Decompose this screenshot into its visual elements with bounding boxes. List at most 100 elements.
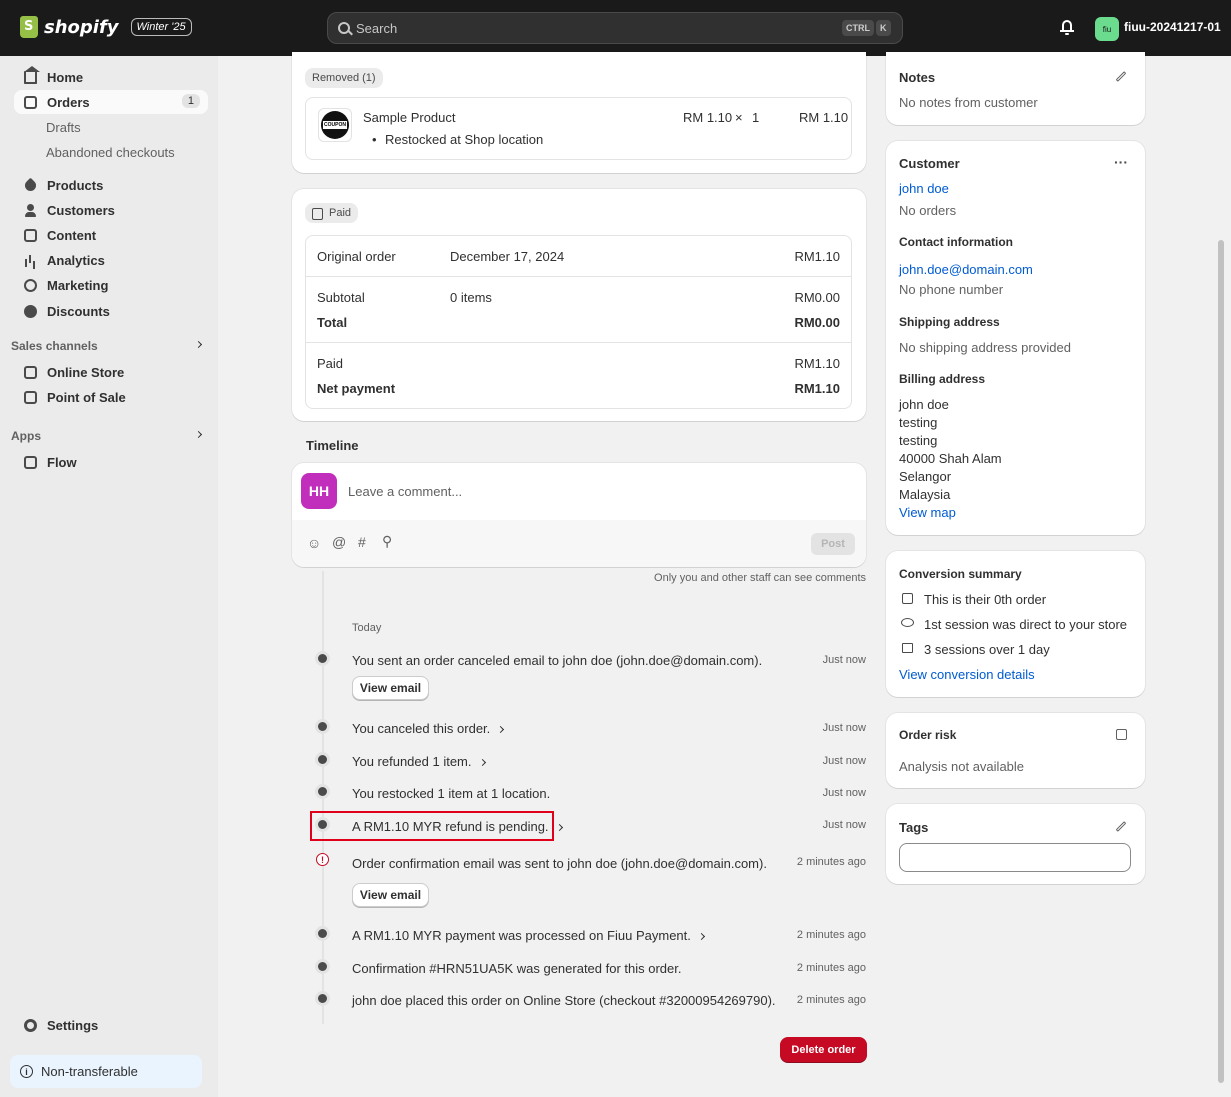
timeline-event[interactable]: A RM1.10 MYR payment was processed on Fi… — [352, 928, 705, 943]
emoji-icon[interactable]: ☺ — [307, 535, 321, 551]
page-scrollbar[interactable] — [1218, 240, 1224, 1083]
sidebar-item-home[interactable]: Home — [14, 65, 208, 89]
sidebar-item-discounts[interactable]: Discounts — [14, 299, 208, 323]
removed-items-card: Removed (1) COUPON Sample Product RM 1.1… — [292, 52, 866, 173]
sidebar-item-analytics[interactable]: Analytics — [14, 248, 208, 272]
timeline-dot — [318, 787, 327, 796]
subtotal-items: 0 items — [450, 290, 492, 305]
timeline-heading: Timeline — [306, 438, 359, 453]
delete-order-button[interactable]: Delete order — [780, 1037, 867, 1062]
person-icon — [24, 203, 37, 217]
conversion-summary-card: Conversion summary This is their 0th ord… — [886, 551, 1145, 697]
non-transferable-banner[interactable]: i Non-transferable — [10, 1055, 202, 1088]
line-total: RM 1.10 — [799, 110, 849, 125]
notes-title: Notes — [899, 70, 936, 85]
conversion-line: This is their 0th order — [924, 592, 1047, 607]
timeline-event[interactable]: You refunded 1 item. — [352, 754, 486, 769]
tags-input[interactable] — [899, 843, 1131, 872]
hashtag-icon[interactable]: # — [358, 534, 366, 550]
view-map-link[interactable]: View map — [899, 505, 956, 520]
discount-icon — [24, 304, 37, 318]
apps-header[interactable]: Apps — [11, 429, 207, 443]
store-name[interactable]: fiuu-20241217-01 — [1124, 20, 1221, 34]
sessions-icon — [902, 643, 913, 653]
sidebar-item-flow[interactable]: Flow — [14, 450, 208, 474]
link-icon[interactable]: ⚲ — [382, 533, 392, 550]
more-options-icon[interactable]: ··· — [1114, 154, 1128, 170]
sales-channels-header[interactable]: Sales channels — [11, 339, 207, 353]
timeline-dot — [318, 654, 327, 663]
shortcut-ctrl: CTRL — [842, 20, 874, 36]
timeline-event[interactable]: You canceled this order. — [352, 721, 505, 736]
subtotal-label: Subtotal — [317, 290, 365, 305]
store-avatar[interactable]: fiu — [1095, 17, 1119, 41]
timeline-event-refund-pending[interactable]: A RM1.10 MYR refund is pending. — [352, 819, 563, 834]
timeline-line — [322, 571, 324, 1024]
section-label: Apps — [11, 429, 41, 443]
sidebar-item-point-of-sale[interactable]: Point of Sale — [14, 385, 208, 409]
comment-input[interactable]: Leave a comment... — [348, 484, 462, 499]
shipping-title: Shipping address — [899, 315, 1000, 329]
bullet: • — [372, 132, 377, 147]
view-email-button[interactable]: View email — [352, 676, 429, 700]
timeline-event-time: 2 minutes ago — [796, 994, 866, 1006]
sidebar-item-online-store[interactable]: Online Store — [14, 360, 208, 384]
sidebar-item-customers[interactable]: Customers — [14, 198, 208, 222]
product-name[interactable]: Sample Product — [363, 110, 456, 125]
risk-text: Analysis not available — [899, 759, 1025, 774]
sidebar-item-abandoned-checkouts[interactable]: Abandoned checkouts — [46, 145, 175, 160]
payment-card: Paid Original order December 17, 2024 RM… — [292, 189, 866, 421]
report-icon[interactable] — [1116, 729, 1127, 740]
billing-line: testing — [899, 433, 938, 448]
orders-count-badge: 1 — [181, 94, 200, 108]
sidebar-item-label: Analytics — [47, 252, 105, 268]
tag-icon — [22, 177, 39, 193]
timeline-event-text: You restocked 1 item at 1 location. — [352, 786, 551, 801]
billing-line: john doe — [899, 397, 949, 412]
restock-note: Restocked at Shop location — [385, 132, 544, 147]
timeline-event-time: Just now — [822, 755, 866, 767]
view-email-button[interactable]: View email — [352, 883, 429, 907]
sidebar-item-settings[interactable]: Settings — [14, 1013, 208, 1037]
payment-summary: Original order December 17, 2024 RM1.10 … — [305, 235, 852, 409]
pencil-icon[interactable] — [1115, 821, 1127, 832]
comment-toolbar: ☺ @ # ⚲ Post — [292, 520, 866, 567]
conversion-line: 3 sessions over 1 day — [924, 642, 1050, 657]
pencil-icon[interactable] — [1115, 71, 1127, 82]
shortcut-k: K — [876, 20, 891, 36]
sidebar-item-label: Customers — [47, 202, 115, 218]
billing-title: Billing address — [899, 372, 986, 386]
content-icon — [24, 228, 37, 242]
bell-icon[interactable] — [1060, 20, 1074, 35]
product-thumbnail[interactable]: COUPON — [318, 108, 352, 142]
notes-card: Notes No notes from customer — [886, 52, 1145, 125]
sidebar-item-label: Content — [47, 227, 97, 243]
sidebar-item-content[interactable]: Content — [14, 223, 208, 247]
unit-price: RM 1.10 — [683, 110, 733, 125]
sidebar-item-drafts[interactable]: Drafts — [46, 120, 81, 135]
shopify-logo[interactable]: shopify Winter '25 — [20, 16, 192, 38]
paid-label: Paid — [317, 356, 344, 371]
sidebar-item-label: Products — [47, 177, 104, 193]
removed-line-item: COUPON Sample Product RM 1.10 × 1 RM 1.1… — [305, 97, 852, 160]
view-conversion-details-link[interactable]: View conversion details — [899, 667, 1035, 682]
customer-email-link[interactable]: john.doe@domain.com — [899, 262, 1033, 277]
tags-title: Tags — [899, 820, 929, 835]
timeline-dot — [318, 962, 327, 971]
receipt-icon — [312, 208, 323, 220]
post-button[interactable]: Post — [811, 533, 855, 555]
customer-name-link[interactable]: john doe — [899, 181, 949, 196]
sidebar-item-orders[interactable]: Orders 1 — [14, 90, 208, 114]
thumbnail-text: COUPON — [323, 121, 347, 129]
timeline-event-text: Order confirmation email was sent to joh… — [352, 856, 767, 871]
section-label: Sales channels — [11, 339, 98, 353]
sidebar-item-marketing[interactable]: Marketing — [14, 273, 208, 297]
sidebar-item-products[interactable]: Products — [14, 173, 208, 197]
billing-line: Malaysia — [899, 487, 951, 502]
mention-icon[interactable]: @ — [332, 534, 346, 550]
timeline-dot — [318, 820, 327, 829]
order-risk-card: Order risk Analysis not available — [886, 713, 1145, 788]
edition-badge[interactable]: Winter '25 — [130, 18, 192, 36]
search-input[interactable]: Search CTRL K — [327, 12, 903, 44]
timeline-event-text: A RM1.10 MYR refund is pending. — [352, 819, 549, 834]
